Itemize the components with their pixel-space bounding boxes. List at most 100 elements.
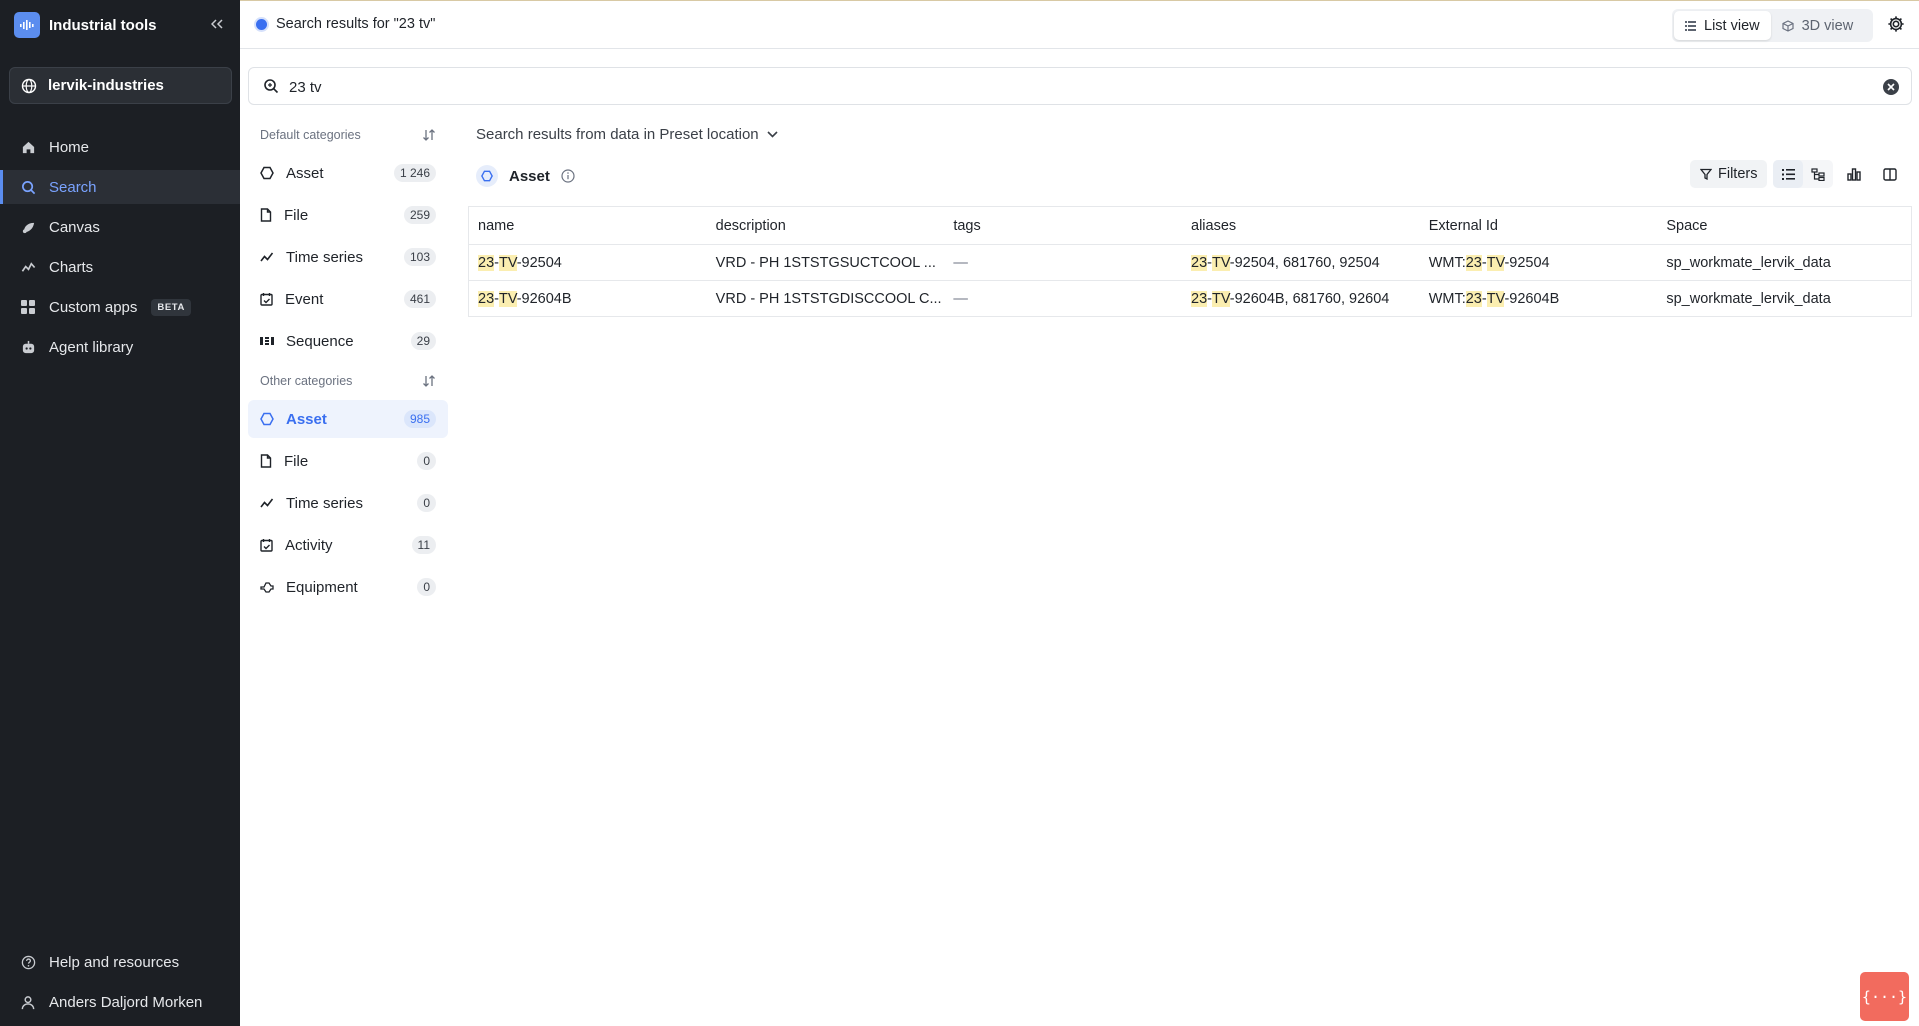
nav-agent-library[interactable]: Agent library xyxy=(0,330,240,364)
layout-toggle-group xyxy=(1773,160,1834,188)
cell-text: -92504, 681760, 92504 xyxy=(1229,254,1380,271)
category-label: Asset xyxy=(286,164,324,182)
category-default-event[interactable]: Event 461 xyxy=(248,280,448,318)
user-icon xyxy=(20,994,36,1010)
file-icon xyxy=(260,208,272,222)
results-table: name description tags aliases External I… xyxy=(468,206,1912,317)
other-categories-header: Other categories xyxy=(260,374,436,388)
user-profile[interactable]: Anders Daljord Morken xyxy=(0,985,240,1019)
nav-search-label: Search xyxy=(49,178,97,196)
sort-icon[interactable] xyxy=(422,128,436,142)
nav-agent-library-label: Agent library xyxy=(49,338,134,356)
charts-icon xyxy=(20,259,36,275)
dev-tools-button[interactable]: {···} xyxy=(1860,972,1909,1021)
user-name: Anders Daljord Morken xyxy=(49,993,203,1011)
nav-canvas[interactable]: Canvas xyxy=(0,210,240,244)
category-default-sequence[interactable]: Sequence 29 xyxy=(248,322,448,360)
hierarchy-layout-button[interactable] xyxy=(1803,160,1833,188)
search-input[interactable] xyxy=(289,77,1829,97)
breadcrumb: Search results for "23 tv" xyxy=(256,16,435,32)
search-bar xyxy=(248,67,1912,105)
cell-text: -92604B xyxy=(516,290,572,307)
category-other-equipment[interactable]: Equipment 0 xyxy=(248,568,448,606)
match-highlight: 23 xyxy=(1191,254,1208,271)
split-panel-icon xyxy=(1883,167,1898,181)
column-header-external-id[interactable]: External Id xyxy=(1420,218,1658,234)
category-other-file[interactable]: File 0 xyxy=(248,442,448,480)
nav-search[interactable]: Search xyxy=(0,170,240,204)
nav-charts-label: Charts xyxy=(49,258,94,276)
timeseries-icon xyxy=(260,252,274,262)
nav-charts[interactable]: Charts xyxy=(0,250,240,284)
breadcrumb-text: Search results for "23 tv" xyxy=(276,16,436,32)
equipment-icon xyxy=(260,582,274,593)
split-panel-button[interactable] xyxy=(1875,160,1905,188)
app-title: Industrial tools xyxy=(49,16,157,34)
column-header-name[interactable]: name xyxy=(469,218,707,234)
beta-badge: BETA xyxy=(151,298,191,316)
nav-custom-apps[interactable]: Custom apps BETA xyxy=(0,290,240,324)
sort-icon[interactable] xyxy=(422,374,436,388)
nav-custom-apps-label: Custom apps xyxy=(49,298,138,316)
asset-icon xyxy=(260,412,274,426)
category-label: File xyxy=(284,206,309,224)
filters-button[interactable]: Filters xyxy=(1690,160,1768,188)
match-highlight: TV xyxy=(498,254,517,271)
count-badge: 0 xyxy=(417,578,436,596)
match-highlight: 23 xyxy=(1465,254,1482,271)
timeseries-icon xyxy=(260,498,274,508)
project-name: lervik-industries xyxy=(48,77,164,94)
cell-text: - xyxy=(1481,290,1487,307)
settings-gear-icon[interactable] xyxy=(1886,14,1906,34)
match-highlight: 23 xyxy=(1465,290,1482,307)
column-header-description[interactable]: description xyxy=(707,218,945,234)
category-label: Time series xyxy=(286,494,363,512)
category-default-asset[interactable]: Asset 1 246 xyxy=(248,154,448,192)
list-icon xyxy=(1781,168,1795,180)
match-highlight: TV xyxy=(498,290,517,307)
category-label: Sequence xyxy=(286,332,354,350)
column-header-aliases[interactable]: aliases xyxy=(1182,218,1420,234)
project-selector[interactable]: lervik-industries xyxy=(9,67,232,104)
collapse-sidebar-icon[interactable] xyxy=(208,14,226,34)
nav-canvas-label: Canvas xyxy=(49,218,100,236)
chart-view-button[interactable] xyxy=(1839,160,1869,188)
search-icon xyxy=(263,78,279,97)
column-header-tags[interactable]: tags xyxy=(944,218,1182,234)
chevron-down-icon xyxy=(767,131,778,138)
default-categories-title: Default categories xyxy=(260,128,361,142)
category-label: Event xyxy=(285,290,324,308)
category-other-activity[interactable]: Activity 11 xyxy=(248,526,448,564)
category-other-time-series[interactable]: Time series 0 xyxy=(248,484,448,522)
3d-view-button[interactable]: 3D view xyxy=(1771,11,1865,40)
column-header-space[interactable]: Space xyxy=(1657,218,1911,234)
app-root: Industrial tools lervik-industries Home … xyxy=(0,0,1919,1026)
info-icon[interactable] xyxy=(561,169,575,183)
cell-external-id: WMT:23-TV-92604B xyxy=(1420,290,1658,307)
list-view-label: List view xyxy=(1704,17,1760,34)
category-other-asset[interactable]: Asset 985 xyxy=(248,400,448,438)
category-label: Asset xyxy=(286,410,327,428)
clear-search-icon[interactable] xyxy=(1883,79,1899,95)
robot-icon xyxy=(20,339,36,355)
sidebar: Industrial tools lervik-industries Home … xyxy=(0,0,240,1026)
category-default-file[interactable]: File 259 xyxy=(248,196,448,234)
view-switcher: List view 3D view xyxy=(1672,9,1873,42)
list-view-button[interactable]: List view xyxy=(1674,11,1771,40)
table-row[interactable]: 23-TV-92604B VRD - PH 1STSTGDISCCOOL C..… xyxy=(469,281,1911,317)
count-badge: 103 xyxy=(403,248,436,266)
table-row[interactable]: 23-TV-92504 VRD - PH 1STSTGSUCTCOOL ... … xyxy=(469,245,1911,281)
list-layout-button[interactable] xyxy=(1773,160,1804,188)
count-badge: 11 xyxy=(411,536,436,554)
nav-home[interactable]: Home xyxy=(0,130,240,164)
cell-text: -92604B xyxy=(1504,290,1560,307)
location-selector[interactable]: Search results from data in Preset locat… xyxy=(476,126,778,143)
results-type-title: Asset xyxy=(509,167,550,185)
match-highlight: TV xyxy=(1212,290,1230,307)
file-icon xyxy=(260,454,272,468)
help-label: Help and resources xyxy=(49,953,180,971)
brand[interactable]: Industrial tools xyxy=(14,12,157,38)
help-and-resources[interactable]: Help and resources xyxy=(0,945,240,979)
category-default-time-series[interactable]: Time series 103 xyxy=(248,238,448,276)
3d-view-label: 3D view xyxy=(1801,17,1854,34)
